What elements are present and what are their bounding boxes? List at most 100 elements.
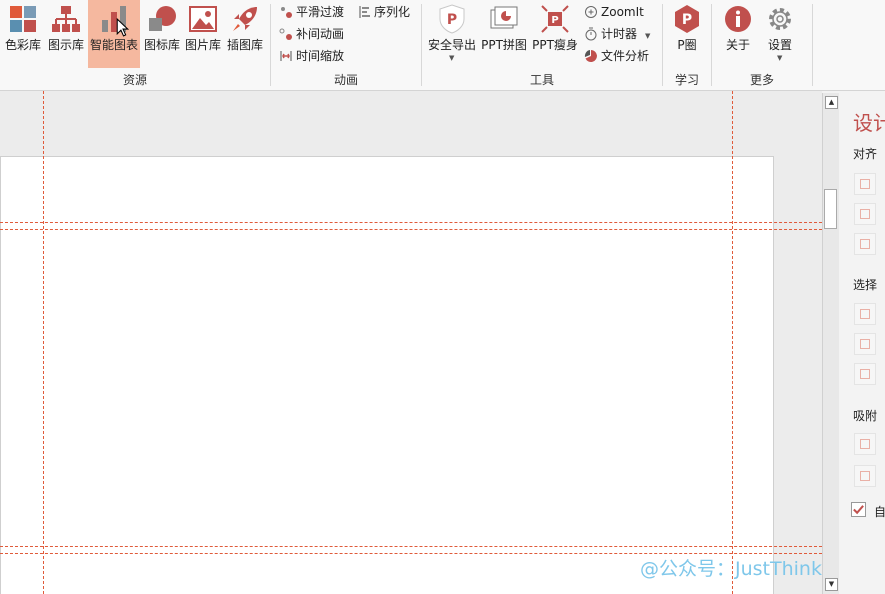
- shield-p-icon: P: [439, 4, 465, 34]
- group-animation: 平滑过渡 补间动画 时间缩放 序列化 动画: [271, 0, 421, 90]
- gear-icon: [769, 8, 791, 30]
- palette-icon: [10, 6, 36, 32]
- diagram-library-label: 图示库: [47, 38, 84, 52]
- ribbon-separator: [812, 4, 813, 86]
- group-learn: P P圈 学习: [663, 0, 711, 90]
- guide-line-horizontal[interactable]: [0, 546, 822, 547]
- group-label-tools: 工具: [529, 73, 554, 87]
- sequence-button[interactable]: 序列化: [357, 2, 410, 22]
- picture-icon: [189, 6, 217, 32]
- timer-label: 计时器: [601, 27, 638, 41]
- auto-checkbox-label: 自: [874, 505, 885, 519]
- file-analysis-label: 文件分析: [601, 49, 650, 63]
- slide-workspace[interactable]: [0, 91, 822, 594]
- ppt-slim-icon: P: [541, 5, 569, 33]
- about-button[interactable]: 关于: [720, 0, 756, 68]
- dropdown-arrow-icon: ▼: [449, 54, 455, 62]
- zoom-icon: [585, 6, 597, 18]
- timer-button[interactable]: 计时器 ▼: [584, 24, 650, 44]
- group-tools: P 安全导出 ▼ PPT拼图 P PPT瘦身 ZoomIt 计时器 ▼ 文件分析…: [422, 0, 662, 90]
- pie-analysis-icon: [584, 50, 597, 62]
- scrollbar-thumb[interactable]: [824, 189, 837, 229]
- ppt-collage-icon: [490, 6, 518, 29]
- smooth-transition-icon: [281, 7, 292, 18]
- ppt-collage-label: PPT拼图: [481, 38, 527, 52]
- snap-right-icon[interactable]: [854, 465, 876, 487]
- svg-text:P: P: [551, 15, 558, 26]
- p-circle-icon: P: [675, 5, 699, 33]
- sequence-icon: [359, 6, 370, 18]
- checkmark-icon: [853, 505, 864, 515]
- color-library-label: 色彩库: [4, 38, 41, 52]
- info-icon: [725, 6, 751, 32]
- illustration-library-label: 插图库: [226, 38, 263, 52]
- safe-export-button[interactable]: P 安全导出 ▼: [426, 0, 478, 68]
- group-label-learn: 学习: [674, 73, 699, 87]
- scroll-up-icon[interactable]: ▲: [825, 96, 838, 109]
- guide-line-vertical[interactable]: [732, 91, 733, 594]
- p-circle-button[interactable]: P P圈: [669, 0, 705, 68]
- scroll-down-icon[interactable]: ▼: [825, 578, 838, 591]
- pane-title: 设计: [853, 111, 885, 135]
- smooth-transition-label: 平滑过渡: [296, 5, 345, 19]
- smart-chart-label: 智能图表: [89, 38, 138, 52]
- smooth-transition-button[interactable]: 平滑过渡: [279, 2, 344, 22]
- shapes-icon: [149, 6, 176, 31]
- tween-animation-label: 补间动画: [296, 27, 345, 41]
- group-more: 关于 设置 ▼ 更多: [712, 0, 812, 90]
- ppt-collage-button[interactable]: PPT拼图: [480, 0, 528, 68]
- time-scale-button[interactable]: 时间缩放: [279, 46, 344, 66]
- select-overlap-icon[interactable]: [854, 333, 876, 355]
- guide-line-horizontal[interactable]: [0, 222, 822, 223]
- picture-library-button[interactable]: 图片库: [184, 0, 222, 68]
- group-resources: 色彩库 图示库 智能图表 图标库 图片库 插图库 资源: [0, 0, 270, 90]
- align-middle-icon[interactable]: [854, 233, 876, 255]
- ppt-slim-button[interactable]: P PPT瘦身: [530, 0, 580, 68]
- icon-library-button[interactable]: 图标库: [143, 0, 181, 68]
- group-label-more: 更多: [749, 73, 774, 87]
- zoomit-button[interactable]: ZoomIt: [584, 2, 644, 22]
- p-circle-label: P圈: [677, 38, 697, 52]
- auto-checkbox[interactable]: [851, 502, 866, 517]
- time-scale-icon: [280, 51, 292, 61]
- ribbon: 色彩库 图示库 智能图表 图标库 图片库 插图库 资源 平滑过渡 补间动画 时间…: [0, 0, 885, 91]
- group-label-resources: 资源: [122, 73, 147, 87]
- align-top-icon[interactable]: [854, 203, 876, 225]
- illustration-library-button[interactable]: 插图库: [225, 0, 265, 68]
- dropdown-arrow-icon: ▼: [645, 32, 651, 40]
- align-left-icon[interactable]: [854, 173, 876, 195]
- about-label: 关于: [725, 38, 750, 52]
- org-chart-icon: [52, 6, 80, 32]
- mouse-cursor-icon: [116, 18, 129, 37]
- tween-animation-button[interactable]: 补间动画: [279, 24, 344, 44]
- color-library-button[interactable]: 色彩库: [4, 0, 42, 68]
- tween-animation-icon: [279, 28, 292, 40]
- file-analysis-button[interactable]: 文件分析: [584, 46, 649, 66]
- guide-line-horizontal[interactable]: [0, 229, 822, 230]
- design-pane: 设计 对齐 选择 吸附 自: [839, 93, 885, 594]
- smart-chart-button[interactable]: 智能图表: [88, 0, 140, 68]
- zoomit-label: ZoomIt: [601, 5, 644, 19]
- guide-line-vertical[interactable]: [43, 91, 44, 594]
- timer-icon: [585, 27, 597, 41]
- safe-export-label: 安全导出: [427, 38, 476, 52]
- section-select-label: 选择: [853, 278, 878, 292]
- snap-left-icon[interactable]: [854, 433, 876, 455]
- svg-text:P: P: [447, 12, 457, 28]
- sequence-label: 序列化: [374, 5, 411, 19]
- select-same-icon[interactable]: [854, 303, 876, 325]
- section-align-label: 对齐: [853, 147, 878, 161]
- vertical-scrollbar[interactable]: ▲ ▼: [822, 93, 839, 594]
- group-label-animation: 动画: [333, 73, 358, 87]
- settings-button[interactable]: 设置 ▼: [762, 0, 798, 68]
- select-inverse-icon[interactable]: [854, 363, 876, 385]
- picture-library-label: 图片库: [184, 38, 221, 52]
- dropdown-arrow-icon: ▼: [777, 54, 783, 62]
- icon-library-label: 图标库: [143, 38, 180, 52]
- diagram-library-button[interactable]: 图示库: [46, 0, 86, 68]
- ppt-slim-label: PPT瘦身: [532, 38, 578, 52]
- watermark-text: @公众号：JustThink: [640, 558, 822, 580]
- settings-label: 设置: [767, 38, 792, 52]
- svg-text:P: P: [682, 12, 692, 28]
- section-snap-label: 吸附: [853, 409, 878, 423]
